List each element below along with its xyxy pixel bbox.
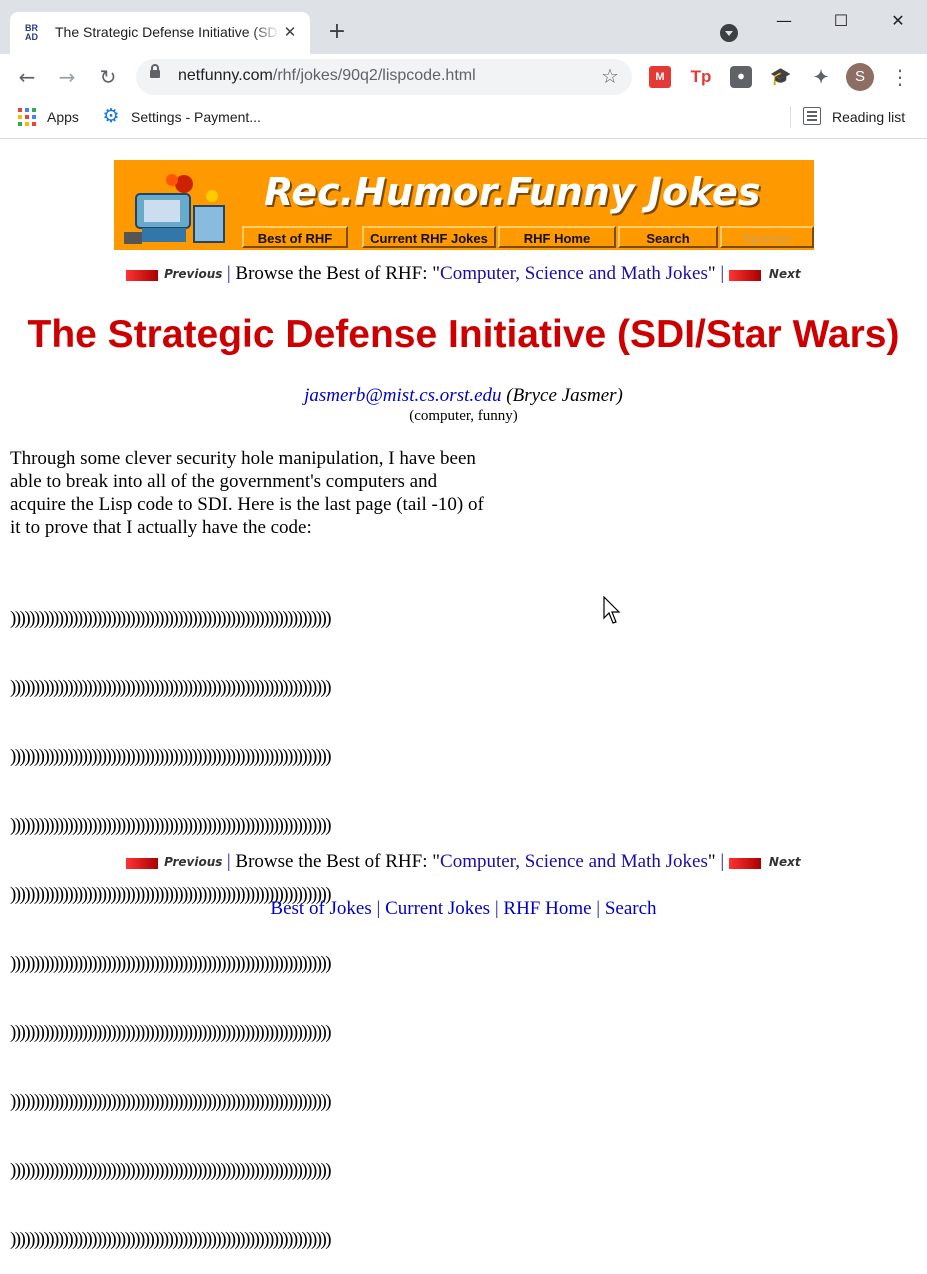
code-line: ))))))))))))))))))))))))))))))))))))))))…	[10, 1160, 332, 1181]
separator: |	[376, 898, 381, 919]
close-window-button[interactable]: ✕	[875, 6, 921, 36]
screen-recorder-extension-icon[interactable]: ⏺	[730, 66, 752, 88]
next-label: Next	[768, 266, 801, 281]
joke-body: Through some clever security hole manipu…	[10, 448, 484, 538]
code-line: ))))))))))))))))))))))))))))))))))))))))…	[10, 1229, 332, 1250]
code-line: ))))))))))))))))))))))))))))))))))))))))…	[10, 1022, 332, 1043]
minimize-button[interactable]: —	[761, 6, 807, 36]
profile-avatar[interactable]: S	[846, 63, 874, 91]
code-line: ))))))))))))))))))))))))))))))))))))))))…	[10, 953, 332, 974]
banner-nav-best-of-rhf[interactable]: Best of RHF	[242, 226, 348, 248]
previous-button[interactable]: Previous	[126, 267, 222, 283]
bookmarks-bar: Apps ⚙ Settings - Payment... Reading lis…	[0, 100, 927, 139]
separator: |	[226, 263, 231, 284]
previous-button[interactable]: Previous	[126, 855, 222, 871]
browser-toolbar: ← → ↻ netfunny.com/rhf/jokes/90q2/lispco…	[0, 54, 927, 100]
bookmark-apps[interactable]: Apps	[47, 108, 79, 126]
reading-list-icon[interactable]	[803, 107, 821, 125]
code-line: ))))))))))))))))))))))))))))))))))))))))…	[10, 608, 332, 629]
author-name: (Bryce Jasmer)	[506, 385, 623, 406]
joke-keywords: (computer, funny)	[409, 408, 518, 424]
author-line: jasmerb@mist.cs.orst.edu (Bryce Jasmer)	[0, 384, 927, 408]
banner-nav-rhf-home[interactable]: RHF Home	[498, 226, 616, 248]
lock-icon[interactable]	[150, 64, 160, 78]
code-line: ))))))))))))))))))))))))))))))))))))))))…	[10, 746, 332, 767]
url-text[interactable]: netfunny.com/rhf/jokes/90q2/lispcode.htm…	[178, 67, 476, 87]
browse-label: Browse the Best of RHF: "	[235, 851, 441, 872]
reading-list-button[interactable]: Reading list	[832, 108, 905, 126]
mendeley-extension-icon[interactable]: M	[649, 66, 671, 88]
footer-link-search[interactable]: Search	[605, 898, 657, 919]
author-email-link[interactable]: jasmerb@mist.cs.orst.edu	[304, 385, 501, 406]
next-button[interactable]: Next	[728, 854, 801, 871]
menu-kebab-icon[interactable]: ⋮	[890, 64, 910, 90]
tab-close-icon[interactable]: ✕	[281, 23, 299, 41]
address-bar[interactable]: netfunny.com/rhf/jokes/90q2/lispcode.htm…	[136, 59, 632, 95]
footer-links: Best of Jokes | Current Jokes | RHF Home…	[0, 897, 927, 921]
browse-label: Browse the Best of RHF: "	[235, 263, 441, 284]
previous-arrow-icon	[126, 269, 159, 281]
next-arrow-icon	[728, 269, 761, 281]
separator: |	[596, 898, 601, 919]
banner-nav-sponsor[interactable]: Sponsor	[720, 226, 814, 248]
forward-arrow-icon[interactable]: →	[52, 62, 82, 92]
category-link[interactable]: Computer, Science and Math Jokes	[440, 263, 708, 284]
computer-rooster-logo-icon	[124, 174, 225, 244]
footer-link-rhf-home[interactable]: RHF Home	[503, 898, 591, 919]
footer-link-best-of-jokes[interactable]: Best of Jokes	[270, 898, 371, 919]
tab-search-icon[interactable]	[720, 24, 738, 42]
browse-quote: "	[707, 263, 716, 284]
new-tab-button[interactable]: +	[325, 20, 349, 44]
graduation-cap-extension-icon[interactable]: 🎓	[770, 66, 792, 88]
bookmark-settings-payment[interactable]: Settings - Payment...	[131, 108, 261, 126]
site-favicon-icon: BR AD	[25, 23, 38, 42]
previous-label: Previous	[164, 854, 223, 869]
tp-extension-icon[interactable]: Tp	[690, 66, 712, 88]
bookmarks-divider	[790, 106, 791, 128]
previous-label: Previous	[164, 266, 223, 281]
rhf-banner: Rec.Humor.Funny Jokes Best of RHF Curren…	[114, 160, 814, 250]
joke-title: The Strategic Defense Initiative (SDI/St…	[27, 313, 900, 356]
mouse-cursor-icon	[603, 596, 621, 624]
maximize-button[interactable]: ☐	[818, 6, 864, 36]
banner-nav-current-rhf-jokes[interactable]: Current RHF Jokes	[362, 226, 496, 248]
bottom-browse-nav: Previous | Browse the Best of RHF: "Comp…	[0, 850, 927, 874]
next-button[interactable]: Next	[728, 266, 801, 283]
tab-strip: BR AD The Strategic Defense Initiative (…	[0, 0, 927, 54]
extensions-puzzle-icon[interactable]: ✦	[810, 66, 832, 88]
footer-link-current-jokes[interactable]: Current Jokes	[385, 898, 490, 919]
gear-icon[interactable]: ⚙	[101, 106, 121, 126]
category-link[interactable]: Computer, Science and Math Jokes	[440, 851, 708, 872]
previous-arrow-icon	[126, 857, 159, 869]
apps-grid-icon[interactable]	[18, 108, 36, 126]
code-line: ))))))))))))))))))))))))))))))))))))))))…	[10, 1091, 332, 1112]
banner-title: Rec.Humor.Funny Jokes	[264, 170, 761, 214]
code-line: ))))))))))))))))))))))))))))))))))))))))…	[10, 815, 332, 836]
top-browse-nav: Previous | Browse the Best of RHF: "Comp…	[0, 262, 927, 286]
separator: |	[720, 263, 725, 284]
reload-icon[interactable]: ↻	[93, 62, 123, 92]
banner-nav-search[interactable]: Search	[618, 226, 718, 248]
browse-quote: "	[707, 851, 716, 872]
tab-title: The Strategic Defense Initiative (SDI/St…	[55, 24, 280, 42]
separator: |	[720, 851, 725, 872]
next-arrow-icon	[728, 857, 761, 869]
next-label: Next	[768, 854, 801, 869]
separator: |	[494, 898, 499, 919]
bookmark-star-icon[interactable]: ☆	[598, 64, 622, 88]
separator: |	[226, 851, 231, 872]
code-line: ))))))))))))))))))))))))))))))))))))))))…	[10, 677, 332, 698]
browser-tab[interactable]: BR AD The Strategic Defense Initiative (…	[10, 12, 310, 54]
back-arrow-icon[interactable]: ←	[12, 62, 42, 92]
